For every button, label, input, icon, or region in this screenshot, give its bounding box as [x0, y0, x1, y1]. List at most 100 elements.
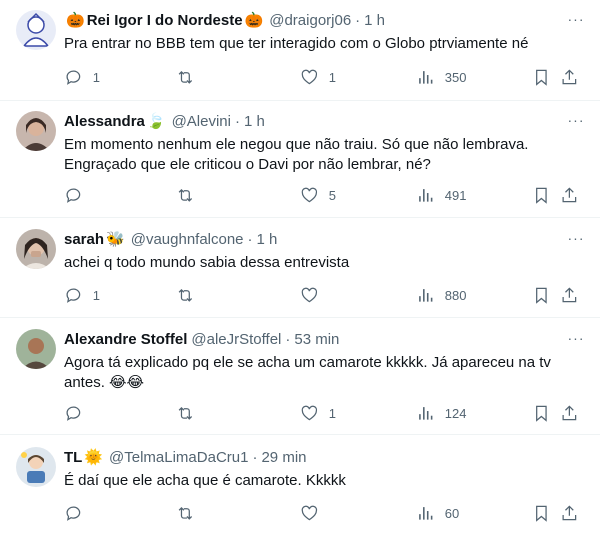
display-name[interactable]: Alessandra — [64, 112, 145, 132]
tweet-text: Em momento nenhum ele negou que não trai… — [64, 135, 584, 175]
retweet-icon — [178, 406, 193, 420]
share-button[interactable] — [560, 67, 579, 87]
avatar[interactable] — [16, 10, 56, 50]
more-options-icon[interactable]: ··· — [566, 330, 586, 350]
retweet-button[interactable] — [176, 403, 205, 423]
more-options-icon[interactable]: ··· — [566, 11, 586, 31]
bookmark-button[interactable] — [532, 185, 551, 205]
action-bar: 5 491 — [64, 185, 584, 205]
timestamp[interactable]: 29 min — [261, 448, 306, 468]
pumpkin-emoji: 🎃 — [244, 12, 264, 29]
display-name[interactable]: Rei Igor I do Nordeste — [87, 11, 243, 31]
reply-button[interactable]: 1 — [64, 285, 100, 305]
reply-icon — [66, 406, 81, 421]
action-bar: 1 124 — [64, 403, 584, 423]
sun-emoji: 🌞 — [84, 449, 104, 466]
avatar[interactable] — [16, 329, 56, 369]
pumpkin-emoji: 🎃 — [66, 12, 85, 29]
tweet[interactable]: Alessandra 🍃 @Alevini · 1 h ··· Em momen… — [0, 101, 600, 218]
retweet-button[interactable] — [176, 285, 205, 305]
avatar[interactable] — [16, 229, 56, 269]
tweet-text: É daí que ele acha que é camarote. Kkkkk — [64, 471, 584, 491]
like-button[interactable]: 5 — [300, 185, 336, 205]
bookmark-button[interactable] — [532, 503, 551, 523]
tweet-text: Pra entrar no BBB tem que ter interagido… — [64, 34, 584, 54]
reply-icon — [66, 506, 81, 521]
share-icon — [562, 69, 577, 84]
bookmark-icon — [536, 505, 547, 522]
separator: · — [247, 231, 253, 248]
bookmark-icon — [536, 187, 547, 204]
timestamp[interactable]: 53 min — [294, 330, 339, 350]
retweet-button[interactable] — [176, 67, 205, 87]
handle[interactable]: @vaughnfalcone — [131, 230, 244, 250]
handle[interactable]: @draigorj06 — [269, 11, 351, 31]
more-options-icon[interactable]: ··· — [566, 230, 586, 250]
bookmark-button[interactable] — [532, 67, 551, 87]
timestamp[interactable]: 1 h — [364, 11, 385, 31]
reply-button[interactable] — [64, 503, 93, 523]
avatar[interactable] — [16, 447, 56, 487]
like-button[interactable] — [300, 503, 329, 523]
tweet[interactable]: Alexandre Stoffel @aleJrStoffel · 53 min… — [0, 318, 600, 435]
view-count: 60 — [444, 505, 460, 521]
display-name[interactable]: TL — [64, 448, 82, 468]
like-count: 1 — [328, 69, 336, 85]
views-icon — [419, 506, 433, 520]
share-icon — [562, 505, 577, 520]
views-button[interactable]: 491 — [416, 185, 466, 205]
retweet-button[interactable] — [176, 503, 205, 523]
handle[interactable]: @TelmaLimaDaCru1 — [109, 448, 248, 468]
action-bar: 60 — [64, 503, 584, 523]
separator: · — [355, 12, 361, 29]
separator: · — [234, 113, 240, 130]
timestamp[interactable]: 1 h — [257, 230, 278, 250]
share-button[interactable] — [560, 403, 579, 423]
views-button[interactable]: 880 — [416, 285, 466, 305]
bookmark-button[interactable] — [532, 285, 551, 305]
views-icon — [419, 70, 433, 84]
tweet-text-line: Em momento nenhum ele negou que não trai… — [64, 136, 529, 153]
tweet[interactable]: 🎃 Rei Igor I do Nordeste 🎃 @draigorj06 ·… — [0, 0, 600, 101]
more-options-icon[interactable]: ··· — [566, 112, 586, 132]
retweet-button[interactable] — [176, 185, 205, 205]
handle[interactable]: @Alevini — [172, 112, 231, 132]
reply-button[interactable]: 1 — [64, 67, 100, 87]
views-icon — [419, 188, 433, 202]
timestamp[interactable]: 1 h — [244, 112, 265, 132]
reply-count: 1 — [92, 287, 100, 303]
reply-button[interactable] — [64, 185, 93, 205]
share-button[interactable] — [560, 185, 579, 205]
tweet[interactable]: sarah 🐝 @vaughnfalcone · 1 h ··· achei q… — [0, 218, 600, 318]
bookmark-icon — [536, 405, 547, 422]
display-name[interactable]: sarah — [64, 230, 104, 250]
tweet[interactable]: TL 🌞 @TelmaLimaDaCru1 · 29 min É daí que… — [0, 435, 600, 534]
heart-icon — [301, 287, 318, 303]
reply-button[interactable] — [64, 403, 93, 423]
handle[interactable]: @aleJrStoffel — [191, 330, 281, 350]
tweet-text-line: Engraçado que ele criticou o Davi por nã… — [64, 156, 431, 173]
retweet-icon — [178, 506, 193, 520]
like-count: 5 — [328, 187, 336, 203]
view-count: 491 — [444, 187, 467, 203]
share-button[interactable] — [560, 503, 579, 523]
views-button[interactable]: 350 — [416, 67, 466, 87]
like-button[interactable] — [300, 285, 329, 305]
bookmark-button[interactable] — [532, 403, 551, 423]
share-button[interactable] — [560, 285, 579, 305]
heart-icon — [301, 69, 318, 85]
like-button[interactable]: 1 — [300, 67, 336, 87]
avatar[interactable] — [16, 111, 56, 151]
tweet-text-line: Pra entrar no BBB tem que ter interagido… — [64, 35, 529, 52]
view-count: 880 — [444, 287, 467, 303]
display-name[interactable]: Alexandre Stoffel — [64, 330, 187, 350]
like-button[interactable]: 1 — [300, 403, 336, 423]
tweet-text: achei q todo mundo sabia dessa entrevist… — [64, 253, 584, 273]
views-button[interactable]: 124 — [416, 403, 466, 423]
separator: · — [285, 331, 291, 348]
retweet-icon — [178, 288, 193, 302]
retweet-icon — [178, 188, 193, 202]
views-button[interactable]: 60 — [416, 503, 459, 523]
reply-icon — [66, 288, 81, 303]
view-count: 350 — [444, 69, 467, 85]
